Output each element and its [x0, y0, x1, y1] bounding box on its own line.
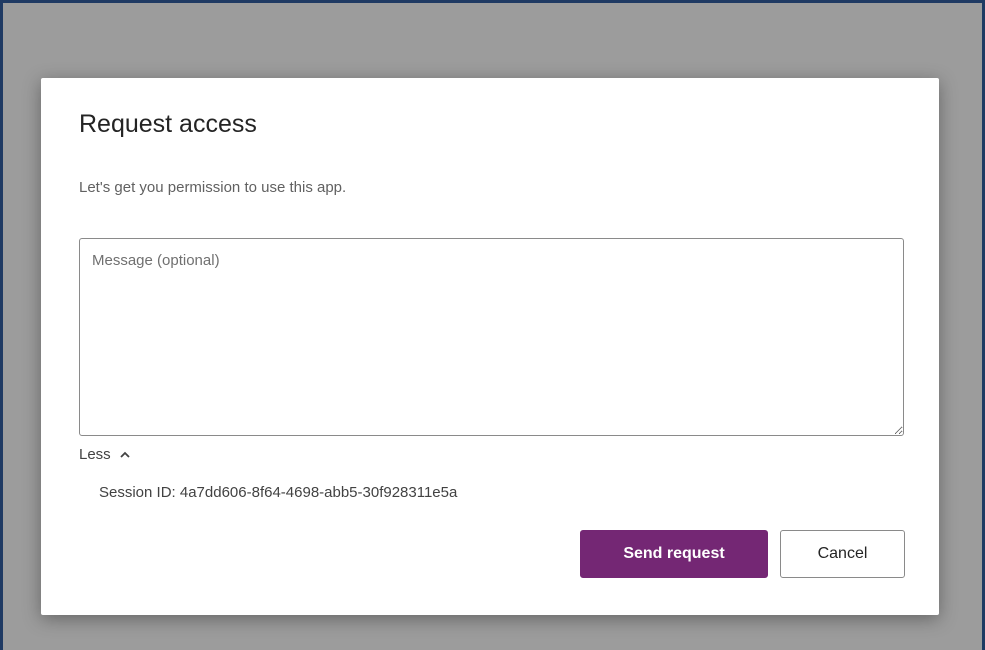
chevron-up-icon	[120, 451, 130, 458]
send-request-button[interactable]: Send request	[580, 530, 768, 578]
message-input[interactable]	[79, 238, 904, 436]
details-toggle[interactable]: Less	[79, 446, 131, 463]
request-access-dialog: Request access Let's get you permission …	[41, 78, 939, 615]
screen-frame: Request access Let's get you permission …	[0, 0, 985, 650]
session-id: Session ID: 4a7dd606-8f64-4698-abb5-30f9…	[99, 484, 458, 501]
cancel-button[interactable]: Cancel	[780, 530, 905, 578]
dialog-subtitle: Let's get you permission to use this app…	[79, 179, 347, 196]
details-toggle-label: Less	[79, 446, 111, 463]
dialog-title: Request access	[79, 110, 257, 138]
